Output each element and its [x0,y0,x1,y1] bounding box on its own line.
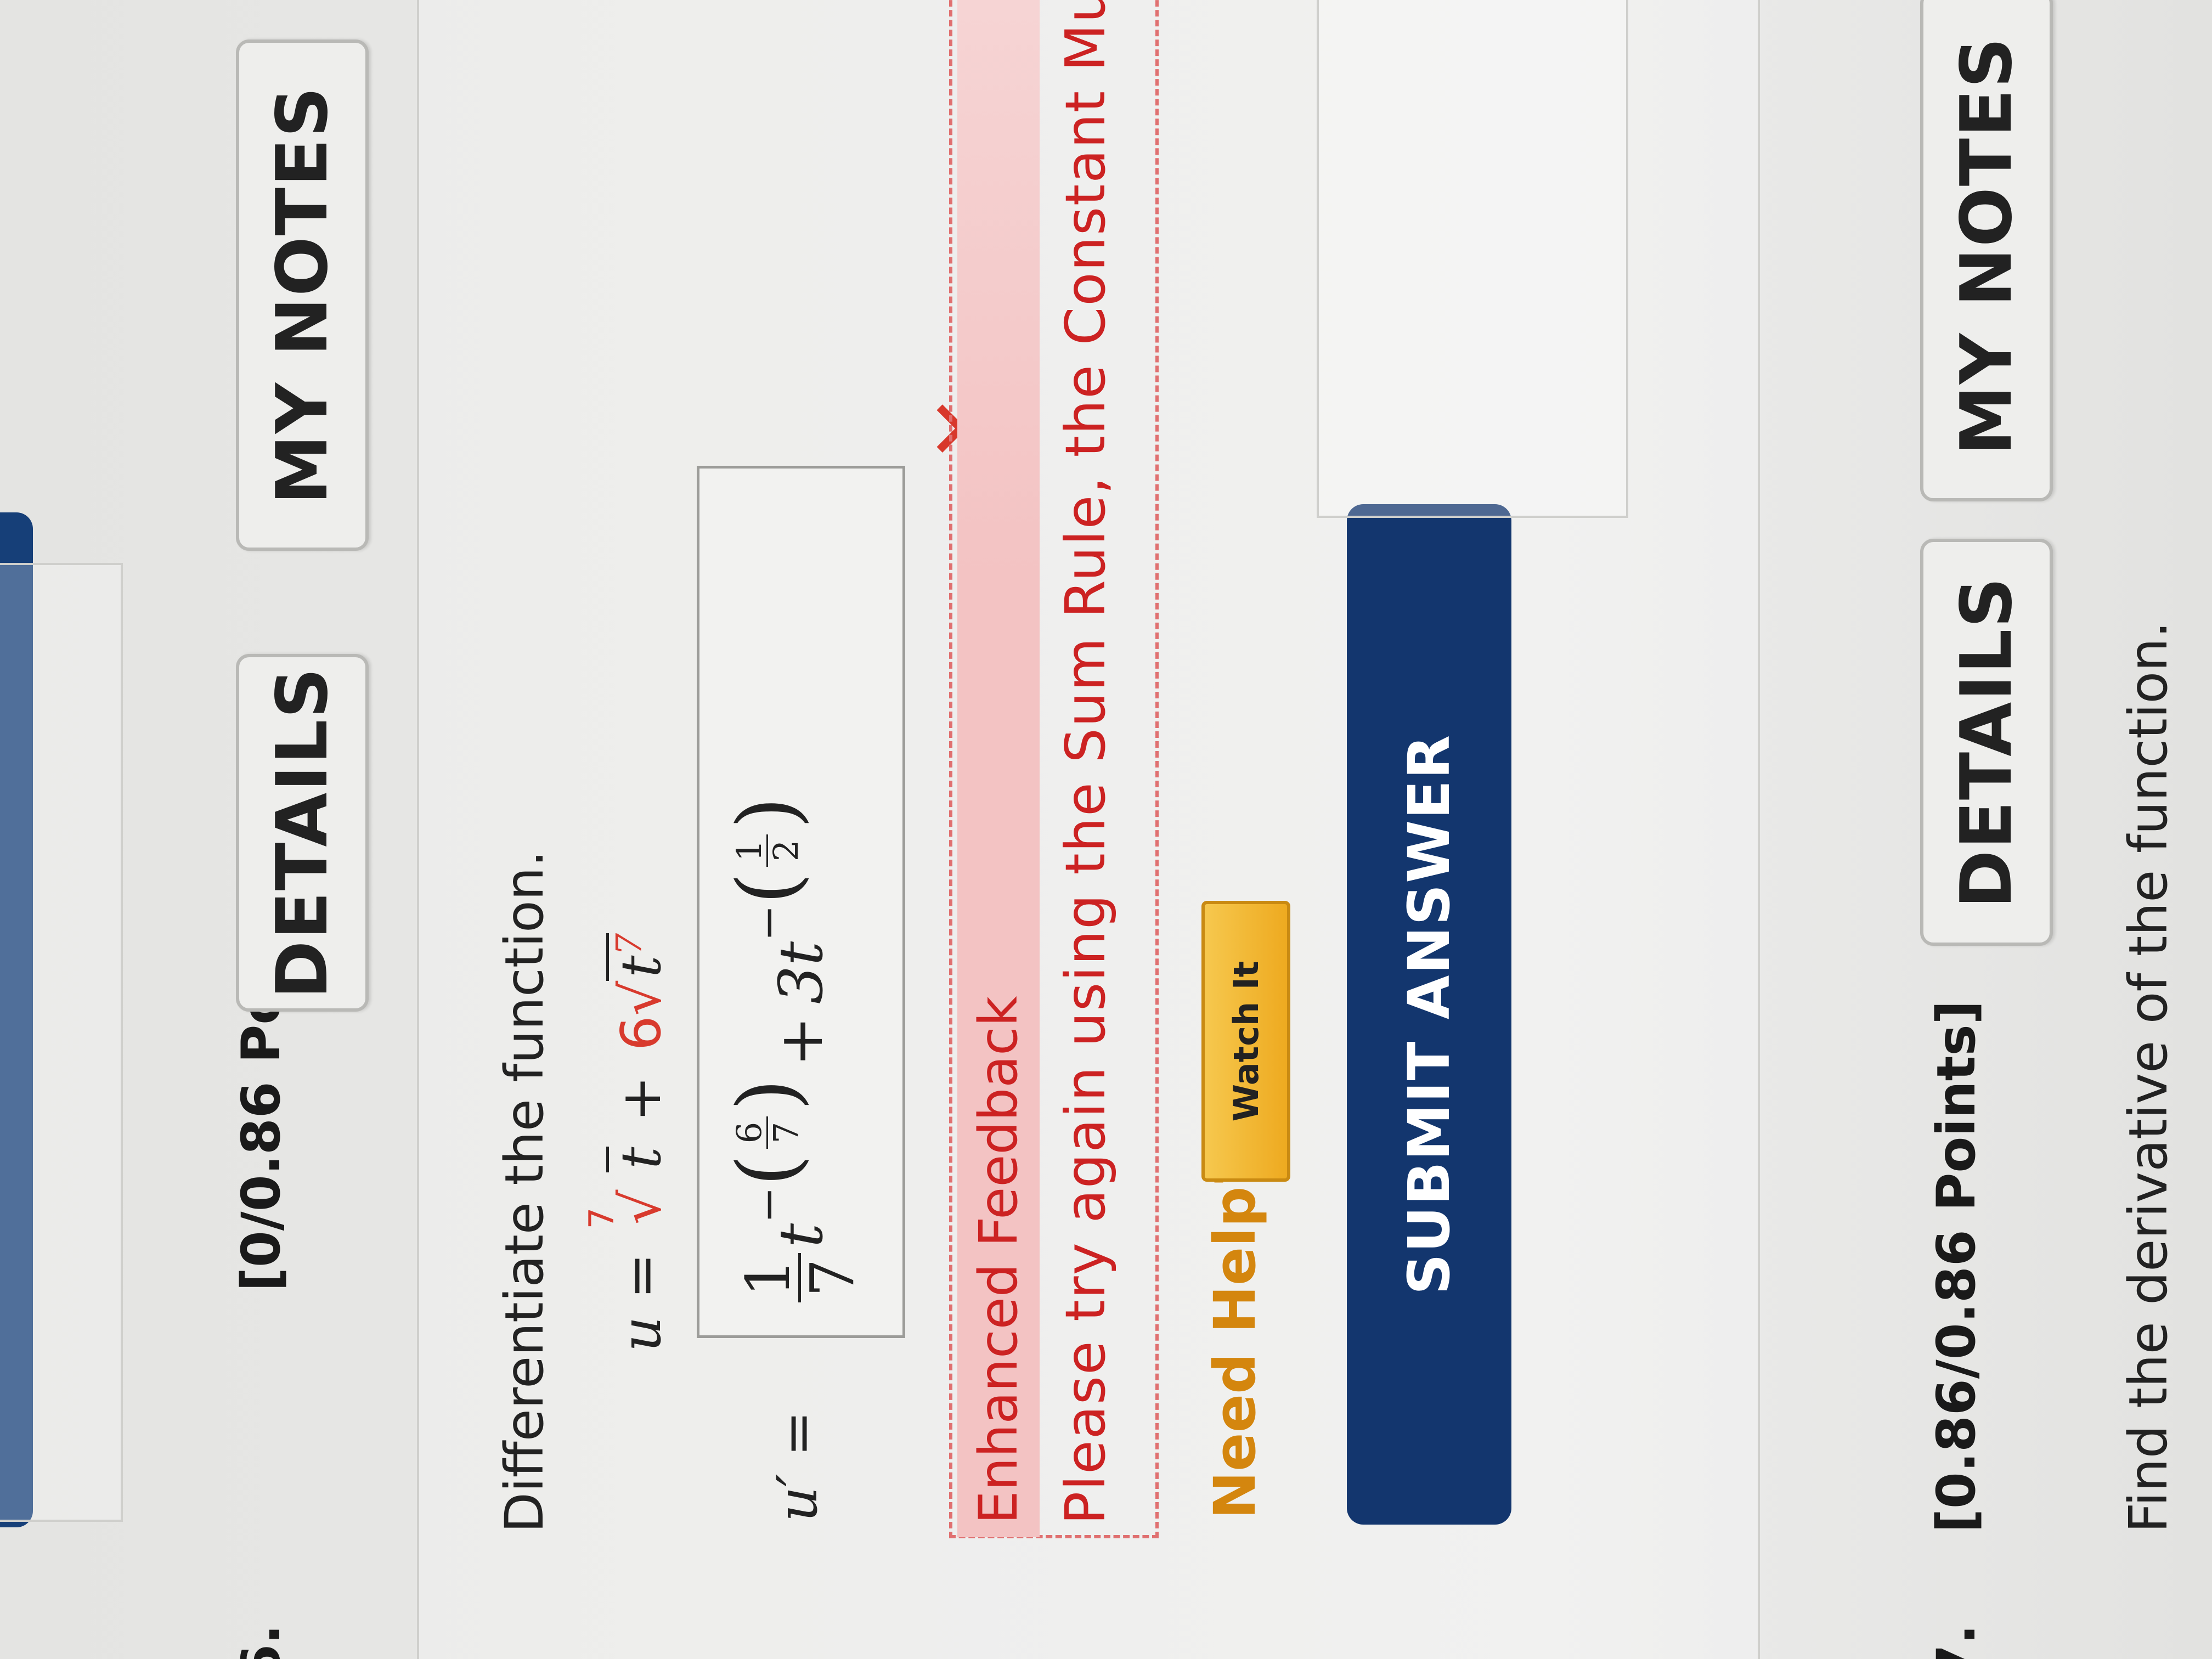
variable-t: t [766,1223,836,1248]
feedback-title: Enhanced Feedback [957,0,1040,1537]
exponent-1: − ( 67 ) [720,1079,816,1223]
given-function: u = 7 √ t + 6√t7 [582,933,673,1352]
coefficient: 6 [609,1015,673,1051]
answer-plus: + [766,1016,836,1067]
rotated-page: 6. [0/0.86 Points] DETAILS MY NOTES Diff… [0,0,2212,1659]
previous-answer-panel [0,563,123,1522]
question-7-prompt: Find the derivative of the function. [2118,621,2179,1533]
question-7-number: 7. [1926,1624,1987,1659]
watch-it-button[interactable]: Watch It [1201,901,1290,1182]
question-7-details-button[interactable]: DETAILS [1920,539,2053,946]
side-panel [1317,0,1628,518]
answer-lhs: u′ = [765,1410,830,1522]
function-lhs: u = [609,1253,673,1352]
radicand-2: t7 [606,933,673,981]
root-index: 7 [582,1207,622,1229]
details-button[interactable]: DETAILS [236,654,369,1012]
term-3t: 3t [766,941,836,1005]
radicand-1: t [606,1147,673,1172]
need-help-label: Need Help? [1201,1153,1268,1519]
fraction-1-7: 1 7 [733,1253,867,1302]
radical-sign-icon: √ [609,980,673,1016]
answer-input[interactable]: 1 7 t − ( 67 ) + 3t − ( 12 ) [697,466,905,1338]
question-prompt: Differentiate the function. [494,850,555,1533]
exponent-2: − ( 12 ) [720,797,816,941]
plus-sign: + [609,1075,673,1122]
radicand-exponent: 7 [609,933,650,956]
feedback-text: Please try again using the Sum Rule, the… [1053,0,1118,1525]
submit-answer-button[interactable]: SUBMIT ANSWER [1347,504,1511,1525]
question-6-number: 6. [230,1624,292,1659]
my-notes-button[interactable]: MY NOTES [236,40,369,551]
question-7-points: [0.86/0.86 Points] [1926,1000,1987,1533]
question-7-my-notes-button[interactable]: MY NOTES [1920,0,2053,501]
